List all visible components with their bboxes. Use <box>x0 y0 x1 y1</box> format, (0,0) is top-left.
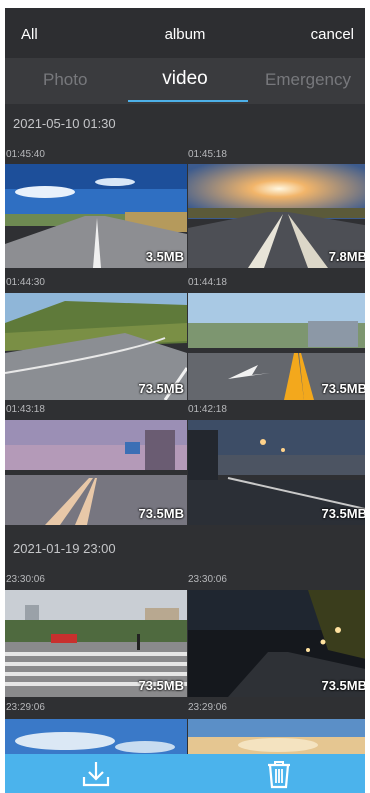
clip-time: 23:29:06 <box>6 702 45 713</box>
clip-time: 01:44:18 <box>188 277 227 288</box>
clip-time: 01:45:40 <box>6 149 45 160</box>
file-size: 73.5MB <box>321 381 365 396</box>
clip-time: 01:43:18 <box>6 404 45 415</box>
clip-time: 23:30:06 <box>6 574 45 585</box>
video-thumbnail[interactable]: 73.5MB <box>188 420 365 525</box>
top-bar: All album cancel <box>5 8 365 58</box>
phone-screen: All album cancel Photo video Emergency 2… <box>5 8 365 793</box>
tab-photo[interactable]: Photo <box>43 70 87 90</box>
clip-time: 23:30:06 <box>188 574 227 585</box>
file-size: 73.5MB <box>321 506 365 521</box>
clip-time: 01:42:18 <box>188 404 227 415</box>
video-thumbnail[interactable] <box>5 719 187 754</box>
sky-partial-warm-image <box>188 719 365 754</box>
video-thumbnail[interactable] <box>188 719 365 754</box>
video-thumbnail[interactable]: 3.5MB <box>5 164 187 268</box>
video-thumbnail[interactable]: 73.5MB <box>5 420 187 525</box>
download-button[interactable] <box>80 758 112 790</box>
video-thumbnail[interactable]: 73.5MB <box>5 293 187 400</box>
tab-emergency[interactable]: Emergency <box>265 70 351 90</box>
date-group-header: 2021-01-19 23:00 <box>13 541 116 556</box>
file-size: 73.5MB <box>138 678 184 693</box>
file-size: 3.5MB <box>145 249 184 264</box>
file-size: 73.5MB <box>321 678 365 693</box>
date-group-header: 2021-05-10 01:30 <box>13 116 116 131</box>
clip-time: 01:44:30 <box>6 277 45 288</box>
video-thumbnail[interactable]: 7.8MB <box>188 164 365 268</box>
download-icon <box>82 762 110 787</box>
clip-time: 01:45:18 <box>188 149 227 160</box>
file-size: 73.5MB <box>138 381 184 396</box>
video-thumbnail[interactable]: 73.5MB <box>188 293 365 400</box>
file-size: 73.5MB <box>138 506 184 521</box>
bottom-toolbar <box>5 754 365 793</box>
tab-video[interactable]: video <box>162 68 207 89</box>
trash-icon <box>268 761 290 789</box>
active-tab-indicator <box>128 100 248 102</box>
clip-time: 23:29:06 <box>188 702 227 713</box>
cancel-button[interactable]: cancel <box>311 26 354 43</box>
delete-button[interactable] <box>263 758 295 790</box>
sky-partial-image <box>5 719 187 754</box>
video-thumbnail[interactable]: 73.5MB <box>5 590 187 697</box>
file-size: 7.8MB <box>328 249 365 264</box>
tab-bar: Photo video Emergency <box>5 58 365 104</box>
video-thumbnail[interactable]: 73.5MB <box>188 590 365 697</box>
